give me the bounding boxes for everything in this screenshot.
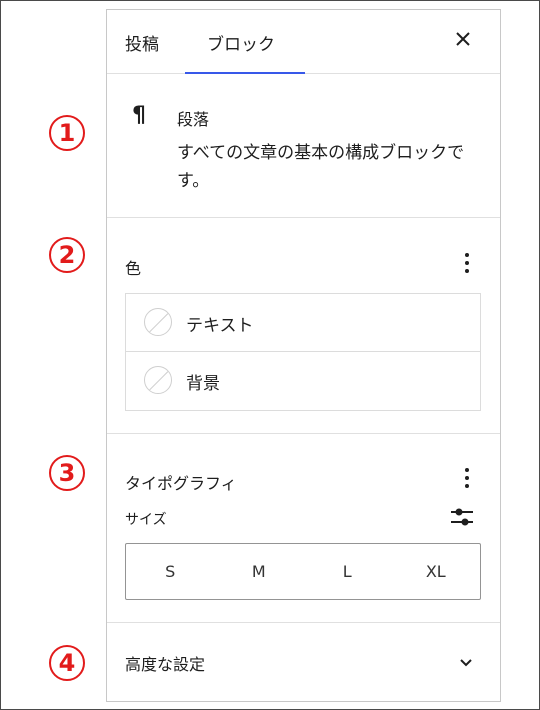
- callout-number: 1: [58, 119, 76, 147]
- color-panel-title: 色: [125, 259, 142, 278]
- callout-4: 4: [49, 645, 85, 681]
- advanced-toggle[interactable]: [458, 654, 474, 670]
- typography-options-button[interactable]: [462, 468, 472, 494]
- color-options-button[interactable]: [462, 253, 472, 279]
- color-panel: 色 テキスト 背景: [107, 219, 500, 434]
- font-size-m[interactable]: M: [215, 544, 304, 599]
- empty-swatch-icon: [144, 308, 172, 336]
- chevron-down-icon: [460, 659, 472, 667]
- callout-1: 1: [49, 115, 85, 151]
- more-vertical-icon: [462, 468, 472, 488]
- color-item-label: 背景: [186, 374, 220, 394]
- color-item-background[interactable]: 背景: [126, 352, 480, 410]
- typography-panel: タイポグラフィ サイズ S M L XL: [107, 435, 500, 623]
- font-size-l[interactable]: L: [303, 544, 392, 599]
- color-item-group: テキスト 背景: [125, 293, 481, 411]
- active-tab-indicator: [185, 72, 305, 74]
- color-item-text[interactable]: テキスト: [126, 294, 480, 352]
- callout-number: 4: [58, 649, 76, 677]
- typography-panel-title: タイポグラフィ: [125, 474, 237, 493]
- block-card: ¶ 段落 すべての文章の基本の構成ブロックです。: [107, 75, 500, 218]
- tab-block[interactable]: ブロック: [207, 30, 275, 55]
- close-button[interactable]: [452, 28, 474, 50]
- custom-size-toggle[interactable]: [450, 505, 474, 529]
- callout-number: 3: [58, 459, 76, 487]
- callout-2: 2: [49, 237, 85, 273]
- block-title: 段落: [177, 110, 210, 129]
- callout-number: 2: [58, 241, 76, 269]
- callout-3: 3: [49, 455, 85, 491]
- font-size-s[interactable]: S: [126, 544, 215, 599]
- font-size-xl[interactable]: XL: [392, 544, 481, 599]
- close-icon: [456, 32, 470, 46]
- font-size-label: サイズ: [125, 512, 167, 528]
- settings-sliders-icon: [451, 508, 473, 526]
- tab-post[interactable]: 投稿: [125, 30, 159, 55]
- color-item-label: テキスト: [186, 316, 254, 336]
- advanced-panel[interactable]: 高度な設定: [107, 624, 500, 702]
- block-description: すべての文章の基本の構成ブロックです。: [177, 143, 465, 191]
- paragraph-icon: ¶: [132, 103, 146, 128]
- more-vertical-icon: [462, 253, 472, 273]
- block-settings-panel: 投稿 ブロック ¶ 段落 すべての文章の基本の構成ブロックです。 色 テキスト …: [106, 9, 501, 702]
- empty-swatch-icon: [144, 366, 172, 394]
- font-size-picker: S M L XL: [125, 543, 481, 600]
- advanced-panel-title[interactable]: 高度な設定: [125, 651, 205, 675]
- tab-bar: 投稿 ブロック: [107, 10, 500, 74]
